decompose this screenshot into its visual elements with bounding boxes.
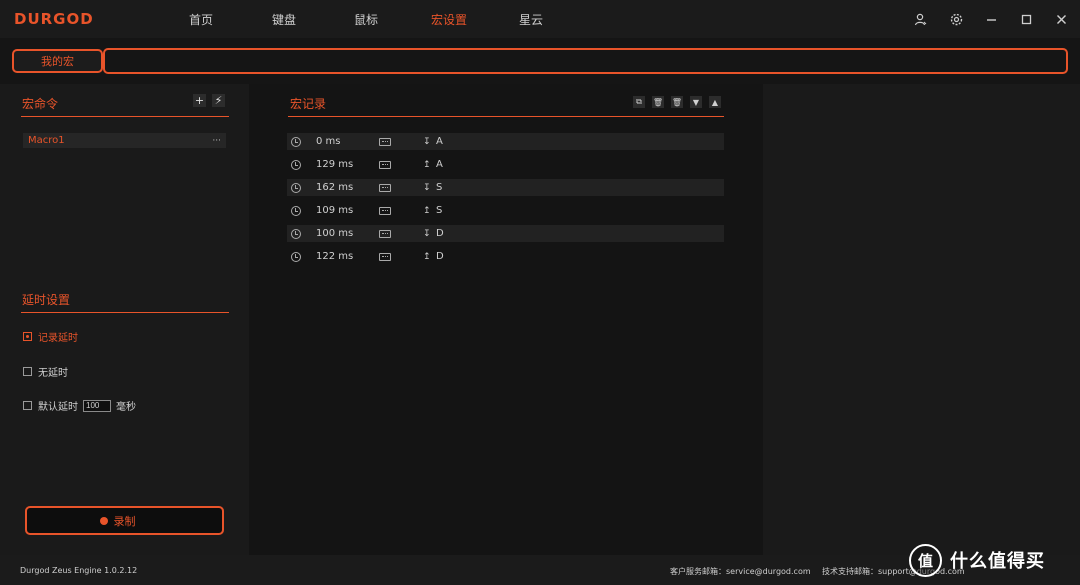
record-delay: 129 ms [316, 159, 354, 170]
add-macro-button[interactable]: + [193, 94, 206, 107]
keyboard-icon [379, 183, 391, 192]
macro-commands-title: 宏命令 [22, 97, 59, 111]
clock-icon [291, 182, 301, 193]
move-up-icon[interactable]: ▲ [709, 96, 721, 108]
minimize-icon-svg [986, 18, 996, 21]
default-delay-option[interactable]: 默认延时 毫秒 [23, 398, 136, 413]
key-up-icon: ↥ [423, 205, 431, 216]
record-divider [288, 116, 724, 117]
close-icon[interactable] [1051, 9, 1071, 29]
maximize-icon-svg [1021, 14, 1031, 24]
record-key: S [436, 182, 443, 193]
key-down-icon: ↧ [423, 228, 431, 239]
record-key: A [436, 136, 443, 147]
macro-name-bar: 我的宏 [0, 38, 1080, 84]
nav-keyboard[interactable]: 键盘 [272, 11, 296, 28]
delay-divider [21, 312, 229, 313]
delete-icon[interactable]: 🗑 [652, 96, 664, 108]
record-key: S [436, 205, 443, 216]
flash-icon[interactable]: ⚡ [212, 94, 225, 107]
gear-icon[interactable] [946, 9, 966, 29]
keyboard-icon [379, 229, 391, 238]
record-delay-label: 记录延时 [38, 333, 78, 344]
nav-mouse[interactable]: 鼠标 [354, 11, 378, 28]
record-row[interactable]: 109 ms ↥ S [287, 202, 724, 219]
clock-icon [291, 228, 301, 239]
record-row[interactable]: 129 ms ↥ A [287, 156, 724, 173]
delay-unit-label: 毫秒 [116, 402, 136, 413]
macro-record-panel: 宏记录 ⧉ 🗑 🗑 ▼ ▲ 0 ms ↧ A 129 ms ↥ A 162 ms… [249, 84, 763, 555]
key-up-icon: ↥ [423, 159, 431, 170]
nav-macro-settings[interactable]: 宏设置 [431, 11, 467, 28]
macro-record-title: 宏记录 [290, 97, 327, 111]
key-up-icon: ↥ [423, 251, 431, 262]
keyboard-icon [379, 137, 391, 146]
record-key: A [436, 159, 443, 170]
record-row[interactable]: 122 ms ↥ D [287, 248, 724, 265]
clock-icon [291, 159, 301, 170]
key-down-icon: ↧ [423, 136, 431, 147]
delay-settings-title: 延时设置 [22, 293, 71, 307]
no-delay-label: 无延时 [38, 368, 68, 379]
commands-divider [21, 116, 229, 117]
keyboard-icon [379, 206, 391, 215]
clock-icon [291, 251, 301, 262]
user-icon[interactable] [910, 9, 930, 29]
record-delay: 122 ms [316, 251, 354, 262]
left-panel: 宏命令 + ⚡ Macro1 ··· 延时设置 记录延时 无延时 默认延时 毫秒… [0, 84, 249, 555]
durgod-logo: DURGOD [14, 10, 94, 28]
title-bar: DURGOD 首页 键盘 鼠标 宏设置 星云 [0, 0, 1080, 38]
my-macro-button[interactable]: 我的宏 [12, 49, 103, 73]
macro-name-input[interactable] [103, 48, 1068, 74]
key-down-icon: ↧ [423, 182, 431, 193]
record-button[interactable]: 录制 [25, 506, 224, 535]
right-panel [763, 84, 1080, 555]
watermark: 值 什么值得买 [909, 540, 1080, 580]
default-delay-label: 默认延时 [38, 402, 78, 413]
record-delay: 109 ms [316, 205, 354, 216]
more-icon[interactable]: ··· [212, 136, 226, 146]
record-delay: 100 ms [316, 228, 354, 239]
clock-icon [291, 136, 301, 147]
nav-nebula[interactable]: 星云 [519, 11, 543, 28]
record-key: D [436, 251, 444, 262]
keyboard-icon [379, 252, 391, 261]
user-icon-svg [914, 13, 926, 25]
record-row[interactable]: 0 ms ↧ A [287, 133, 724, 150]
nav-home[interactable]: 首页 [189, 11, 213, 28]
close-icon-svg [1056, 14, 1066, 24]
version-text: Durgod Zeus Engine 1.0.2.12 [20, 566, 138, 575]
copy-icon[interactable]: ⧉ [633, 96, 645, 108]
record-delay-radio[interactable] [23, 332, 32, 341]
no-delay-radio[interactable] [23, 367, 32, 376]
record-key: D [436, 228, 444, 239]
maximize-icon[interactable] [1016, 9, 1036, 29]
no-delay-option[interactable]: 无延时 [23, 364, 68, 379]
macro-item-name: Macro1 [28, 135, 65, 146]
watermark-icon: 值 [909, 543, 942, 577]
record-delay-option[interactable]: 记录延时 [23, 329, 78, 344]
watermark-text: 什么值得买 [950, 551, 1045, 572]
keyboard-icon [379, 160, 391, 169]
record-delay: 0 ms [316, 136, 341, 147]
service-email: 客户服务邮箱：service@durgod.com [670, 567, 811, 576]
record-row[interactable]: 162 ms ↧ S [287, 179, 724, 196]
record-dot-icon [100, 517, 108, 525]
record-delay: 162 ms [316, 182, 354, 193]
default-delay-input[interactable] [83, 399, 111, 412]
gear-icon-svg [950, 13, 962, 25]
default-delay-radio[interactable] [23, 401, 32, 410]
minimize-icon[interactable] [981, 9, 1001, 29]
record-label: 录制 [113, 514, 136, 528]
clock-icon [291, 205, 301, 216]
record-row[interactable]: 100 ms ↧ D [287, 225, 724, 242]
macro-list-item[interactable]: Macro1 ··· [23, 133, 226, 148]
delete-all-icon[interactable]: 🗑 [671, 96, 683, 108]
move-down-icon[interactable]: ▼ [690, 96, 702, 108]
